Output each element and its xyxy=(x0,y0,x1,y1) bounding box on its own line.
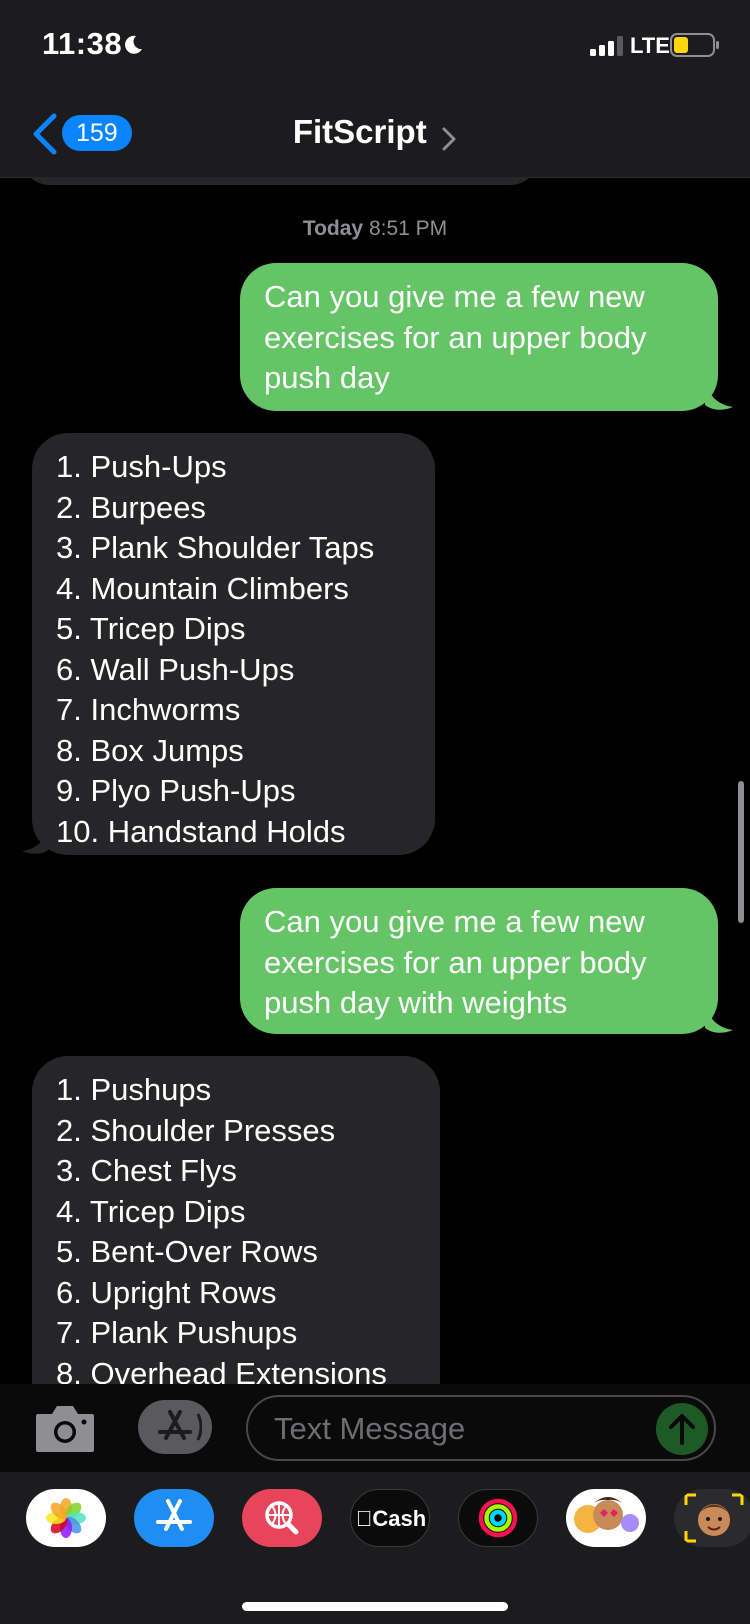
message-line: 3. Plank Shoulder Taps xyxy=(56,530,375,565)
incoming-message[interactable]: 1. Pushups 2. Shoulder Presses 3. Chest … xyxy=(32,1056,440,1384)
send-button[interactable] xyxy=(656,1403,708,1455)
message-line: 6. Wall Push-Ups xyxy=(56,651,295,687)
network-type: LTE xyxy=(630,33,670,58)
message-line: 2. Shoulder Presses xyxy=(56,1112,336,1148)
message-line: push day with weights xyxy=(264,985,568,1020)
photos-app[interactable] xyxy=(26,1489,106,1547)
timestamp-day: Today xyxy=(302,217,364,240)
message-line: 7. Plank Pushups xyxy=(56,1315,298,1350)
bubble-tail xyxy=(705,381,733,410)
message-line: 9. Plyo Push-Ups xyxy=(56,773,296,808)
app-store-icon xyxy=(158,1410,202,1441)
previous-message-bubble xyxy=(20,177,540,185)
status-bar: 11:38 LTE xyxy=(0,0,750,95)
cash-app[interactable]: Cash xyxy=(350,1489,430,1547)
app-store-icon xyxy=(156,1499,192,1531)
battery-icon xyxy=(670,33,719,57)
memoji-face-icon xyxy=(684,1493,744,1543)
message-line: 2. Burpees xyxy=(56,489,206,525)
cash-label: Cash xyxy=(364,1506,426,1531)
scroll-indicator[interactable] xyxy=(738,781,744,923)
apple-cash-icon: Cash xyxy=(351,1506,429,1532)
message-input-placeholder: Text Message xyxy=(274,1411,466,1446)
memoji-stickers-app[interactable] xyxy=(674,1489,750,1547)
message-line: 3. Chest Flys xyxy=(56,1153,237,1188)
bubble-tail xyxy=(22,825,50,854)
app-store-app[interactable] xyxy=(134,1489,214,1547)
contact-name[interactable]: FitScript xyxy=(293,113,427,150)
message-line: 5. Bent-Over Rows xyxy=(56,1234,318,1269)
activity-rings-icon xyxy=(478,1498,518,1538)
outgoing-message[interactable]: Can you give me a few new exercises for … xyxy=(240,888,718,1034)
compose-bar: Text Message xyxy=(0,1384,750,1472)
cellular-signal-icon xyxy=(590,36,623,56)
message-line: 7. Inchworms xyxy=(56,692,241,727)
photos-icon xyxy=(46,1498,86,1538)
moon-icon xyxy=(125,35,142,54)
message-line: 8. Overhead Extensions xyxy=(56,1355,387,1385)
outgoing-message[interactable]: Can you give me a few new exercises for … xyxy=(240,263,718,411)
message-line: exercises for an upper body xyxy=(264,944,647,980)
message-timestamp: Today 8:51 PM xyxy=(0,217,750,241)
camera-icon[interactable] xyxy=(34,1402,96,1454)
app-drawer-button[interactable] xyxy=(138,1400,212,1454)
status-time: 11:38 xyxy=(42,26,123,61)
conversation-header: 159 FitScript xyxy=(0,95,750,178)
message-line: Can you give me a few new xyxy=(264,904,645,939)
message-line: 1. Pushups xyxy=(56,1072,212,1107)
home-indicator[interactable] xyxy=(242,1602,508,1611)
incoming-message[interactable]: 1. Push-Ups 2. Burpees 3. Plank Shoulder… xyxy=(32,433,435,855)
message-line: push day xyxy=(264,360,390,395)
imessage-app-tray: Cash xyxy=(0,1472,750,1624)
message-line: exercises for an upper body xyxy=(264,319,647,355)
message-line: 4. Tricep Dips xyxy=(56,1193,246,1229)
message-line: 10. Handstand Holds xyxy=(56,813,346,849)
message-input[interactable]: Text Message xyxy=(246,1395,716,1461)
contact-title-group[interactable]: FitScript xyxy=(0,113,750,152)
message-line: 1. Push-Ups xyxy=(56,449,227,484)
message-line: 5. Tricep Dips xyxy=(56,611,246,646)
message-list[interactable]: Today 8:51 PM Can you give me a few new … xyxy=(0,177,750,1384)
message-line: 6. Upright Rows xyxy=(56,1274,277,1310)
arrow-up-icon xyxy=(669,1414,695,1445)
message-line: Can you give me a few new xyxy=(264,279,645,314)
message-line: 4. Mountain Climbers xyxy=(56,570,349,606)
activity-app[interactable] xyxy=(458,1489,538,1547)
memoji-icon xyxy=(574,1497,639,1533)
chevron-right-icon[interactable] xyxy=(441,126,457,152)
globe-search-icon xyxy=(265,1501,299,1535)
timestamp-time: 8:51 PM xyxy=(368,217,448,240)
bubble-tail xyxy=(705,1004,733,1033)
message-line: 8. Box Jumps xyxy=(56,732,244,768)
image-search-app[interactable] xyxy=(242,1489,322,1547)
memoji-app[interactable] xyxy=(566,1489,646,1547)
